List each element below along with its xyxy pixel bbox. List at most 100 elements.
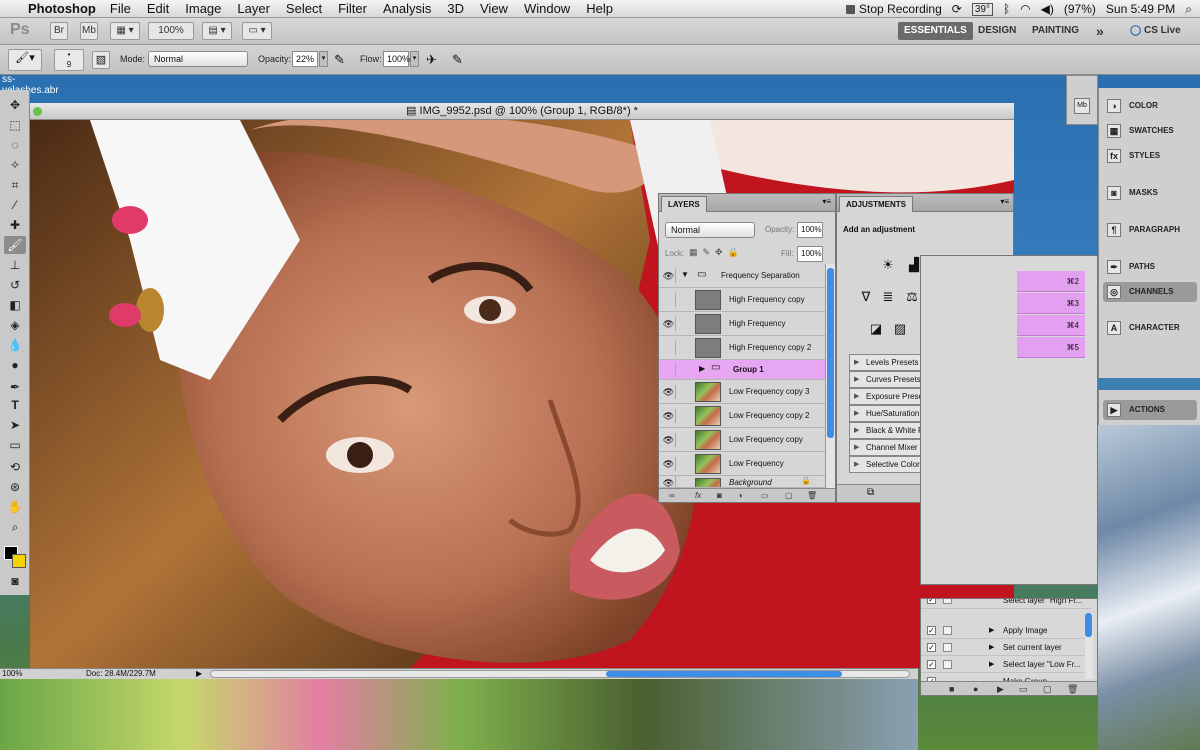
action-row[interactable]: ✓ ▶ Set current layer	[921, 640, 1091, 656]
3d-rotate-tool-icon[interactable]: ⟲	[4, 458, 26, 476]
layer-row-frequency-separation[interactable]: 👁 ▼ ▭ Frequency Separation	[659, 264, 825, 288]
group-collapsed-icon[interactable]: ▶	[699, 364, 705, 373]
layers-panel-menu-icon[interactable]: ▾≡	[822, 197, 831, 206]
stop-playing-icon[interactable]: ■	[949, 682, 954, 696]
layer-row-group-1[interactable]: ▶ ▭ Group 1	[659, 360, 825, 380]
brightness-contrast-icon[interactable]: ☀	[879, 256, 897, 274]
invert-icon[interactable]: ◪	[867, 320, 885, 338]
new-set-icon[interactable]: ▭	[1019, 682, 1028, 696]
new-adjustment-layer-icon[interactable]: ◐	[739, 489, 744, 503]
quick-mask-icon[interactable]: ◙	[4, 572, 26, 590]
zoom-readout[interactable]: 100%	[2, 669, 22, 679]
layer-row-low-frequency-copy-3[interactable]: 👁 Low Frequency copy 3	[659, 380, 825, 404]
new-group-icon[interactable]: ▭	[761, 489, 769, 503]
shape-tool-icon[interactable]: ▭	[4, 436, 26, 454]
doc-size-readout[interactable]: Doc: 28.4M/229.7M	[86, 669, 156, 679]
workspace-essentials[interactable]: ESSENTIALS	[898, 22, 973, 40]
action-checkbox[interactable]: ✓	[927, 599, 936, 604]
airbrush-icon[interactable]: ✈	[426, 52, 437, 68]
add-mask-icon[interactable]: ◙	[717, 489, 722, 503]
move-tool-icon[interactable]: ✥	[4, 96, 26, 114]
tab-layers[interactable]: LAYERS	[661, 196, 707, 212]
dock-color[interactable]: ◑ COLOR	[1103, 96, 1197, 116]
scrollbar-thumb[interactable]	[606, 671, 842, 677]
fill-field[interactable]: 100%	[797, 246, 823, 262]
mini-bridge-icon[interactable]: Mb	[1074, 98, 1090, 114]
type-tool-icon[interactable]: T	[4, 396, 26, 414]
menu-layer[interactable]: Layer	[237, 1, 270, 16]
dialog-toggle[interactable]	[943, 643, 952, 652]
lock-icons[interactable]: ▦✎✥🔒	[689, 247, 744, 258]
marquee-tool-icon[interactable]: ⬚	[4, 116, 26, 134]
dock-paths[interactable]: ✒ PATHS	[1103, 257, 1197, 277]
quick-selection-tool-icon[interactable]: ✧	[4, 156, 26, 174]
status-menu-icon[interactable]: ▶	[196, 669, 202, 679]
menu-filter[interactable]: Filter	[338, 1, 367, 16]
expand-arrow-icon[interactable]: ▶	[989, 623, 994, 639]
hue-saturation-icon[interactable]: ≣	[879, 288, 897, 306]
clone-stamp-tool-icon[interactable]: ⊥	[4, 256, 26, 274]
play-icon[interactable]: ▶	[997, 682, 1004, 696]
layer-row-high-frequency[interactable]: 👁 High Frequency	[659, 312, 825, 336]
flow-dropdown-icon[interactable]: ▾	[410, 51, 419, 67]
visibility-box[interactable]	[662, 293, 676, 307]
brush-tool-icon[interactable]: 🖌	[4, 236, 26, 254]
expand-arrow-icon[interactable]: ▶	[989, 640, 994, 656]
menu-select[interactable]: Select	[286, 1, 322, 16]
channel-row-rgb[interactable]: ⌘2	[1017, 271, 1085, 292]
3d-orbit-tool-icon[interactable]: ⊛	[4, 478, 26, 496]
mini-bridge-button[interactable]: Mb	[80, 22, 98, 40]
menu-help[interactable]: Help	[586, 1, 613, 16]
layer-row-high-frequency-copy-2[interactable]: High Frequency copy 2	[659, 336, 825, 360]
tab-adjustments[interactable]: ADJUSTMENTS	[839, 196, 914, 212]
menu-view[interactable]: View	[480, 1, 508, 16]
channel-row-red[interactable]: ⌘3	[1017, 293, 1085, 314]
layer-style-icon[interactable]: fx	[695, 489, 701, 503]
window-close-icon[interactable]	[33, 107, 42, 116]
color-balance-icon[interactable]: ⚖	[903, 288, 921, 306]
volume-icon[interactable]: ◀)	[1041, 2, 1054, 16]
crop-tool-icon[interactable]: ⌗	[4, 176, 26, 194]
hand-tool-icon[interactable]: ✋	[4, 498, 26, 516]
dock-swatches[interactable]: ▦ SWATCHES	[1103, 121, 1197, 141]
dialog-toggle[interactable]	[943, 660, 952, 669]
layer-row-low-frequency-copy-2[interactable]: 👁 Low Frequency copy 2	[659, 404, 825, 428]
visibility-eye-icon[interactable]: 👁	[662, 476, 676, 487]
dodge-tool-icon[interactable]: ●	[4, 356, 26, 374]
dock-masks[interactable]: ◙ MASKS	[1103, 183, 1197, 203]
visibility-box[interactable]	[662, 341, 676, 355]
document-title-bar[interactable]: ▤ IMG_9952.psd @ 100% (Group 1, RGB/8*) …	[30, 103, 1014, 120]
eraser-tool-icon[interactable]: ◧	[4, 296, 26, 314]
blur-tool-icon[interactable]: 💧	[4, 336, 26, 354]
layer-blend-mode-select[interactable]: Normal	[665, 222, 755, 238]
spotlight-icon[interactable]: ⌕	[1185, 2, 1192, 17]
brush-preset-picker[interactable]: • 9	[54, 49, 84, 71]
visibility-eye-icon[interactable]: 👁	[662, 317, 676, 331]
layer-row-low-frequency-copy[interactable]: 👁 Low Frequency copy	[659, 428, 825, 452]
bluetooth-icon[interactable]: ᛒ	[1003, 2, 1010, 16]
layers-scrollbar[interactable]	[825, 264, 835, 488]
dock-paragraph[interactable]: ¶ PARAGRAPH	[1103, 220, 1197, 240]
layers-scrollbar-thumb[interactable]	[827, 268, 834, 438]
record-icon[interactable]: ●	[973, 682, 978, 696]
dock-styles[interactable]: fx STYLES	[1103, 146, 1197, 166]
horizontal-scrollbar[interactable]	[210, 670, 910, 678]
menu-3d[interactable]: 3D	[447, 1, 464, 16]
menu-image[interactable]: Image	[185, 1, 221, 16]
group-expanded-icon[interactable]: ▼	[681, 270, 689, 279]
action-checkbox[interactable]: ✓	[927, 626, 936, 635]
menu-file[interactable]: File	[110, 1, 131, 16]
vibrance-icon[interactable]: ∇	[857, 288, 875, 306]
screen-mode-button[interactable]: ▭ ▾	[242, 22, 272, 40]
history-brush-tool-icon[interactable]: ↺	[4, 276, 26, 294]
visibility-eye-icon[interactable]: 👁	[662, 457, 676, 471]
tool-preset-picker[interactable]: 🖌▾	[8, 49, 42, 71]
cs-live-button[interactable]: ◯ CS Live	[1124, 22, 1187, 40]
app-menu[interactable]: Photoshop	[28, 1, 96, 16]
menu-window[interactable]: Window	[524, 1, 570, 16]
delete-layer-icon[interactable]: 🗑	[807, 489, 817, 503]
new-action-icon[interactable]: ▢	[1043, 682, 1052, 696]
view-extras-button[interactable]: ▦ ▾	[110, 22, 140, 40]
dock-character[interactable]: A CHARACTER	[1103, 318, 1197, 338]
action-checkbox[interactable]: ✓	[927, 660, 936, 669]
